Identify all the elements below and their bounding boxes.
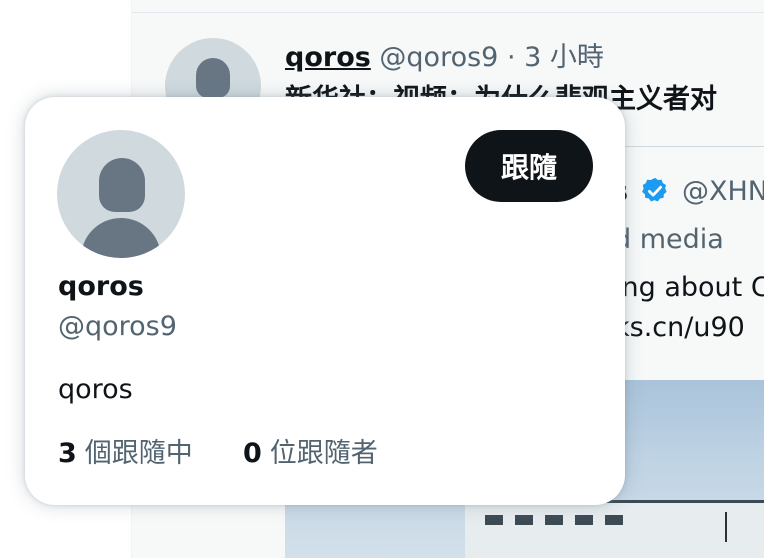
following-count: 3 — [58, 438, 77, 469]
ship-illustration — [465, 500, 764, 558]
profile-hover-card: 跟隨 qoros @qoros9 qoros 3 個跟隨中 0 位跟隨者 — [25, 97, 625, 505]
ship-window — [545, 515, 563, 525]
tweet-author-name[interactable]: qoros — [285, 42, 371, 73]
default-avatar-icon — [196, 58, 230, 98]
ship-window — [605, 515, 623, 525]
hover-card-display-name[interactable]: qoros — [58, 269, 144, 305]
hover-card-avatar[interactable] — [57, 130, 185, 258]
ship-mast — [725, 512, 727, 542]
tweet-header: qoros @qoros9 · 3 小時 — [285, 40, 604, 76]
followers-label: 位跟隨者 — [269, 438, 378, 469]
ship-window — [515, 515, 533, 525]
quoted-text-line: ing about C — [614, 272, 764, 303]
quoted-author-handle[interactable]: @XHN — [682, 174, 764, 210]
default-avatar-body — [81, 218, 161, 258]
hover-card-handle[interactable]: @qoros9 — [58, 309, 177, 345]
following-count-link[interactable]: 3 個跟隨中 — [58, 436, 193, 472]
tweet-timestamp[interactable]: 3 小時 — [524, 42, 604, 73]
ship-window — [485, 515, 503, 525]
quoted-link[interactable]: ks.cn/u90 — [614, 310, 745, 346]
separator-dot: · — [506, 42, 516, 73]
divider — [132, 12, 764, 13]
hover-card-bio: qoros — [58, 374, 133, 405]
default-avatar-icon — [99, 158, 145, 212]
verified-badge-icon — [642, 177, 667, 202]
followers-count-link[interactable]: 0 位跟隨者 — [243, 436, 378, 472]
tweet-author-handle[interactable]: @qoros9 — [379, 42, 498, 73]
follow-button[interactable]: 跟隨 — [465, 130, 593, 202]
ship-window — [575, 515, 593, 525]
following-label: 個跟隨中 — [84, 438, 193, 469]
followers-count: 0 — [243, 438, 262, 469]
quoted-account-label: d media — [614, 224, 724, 255]
